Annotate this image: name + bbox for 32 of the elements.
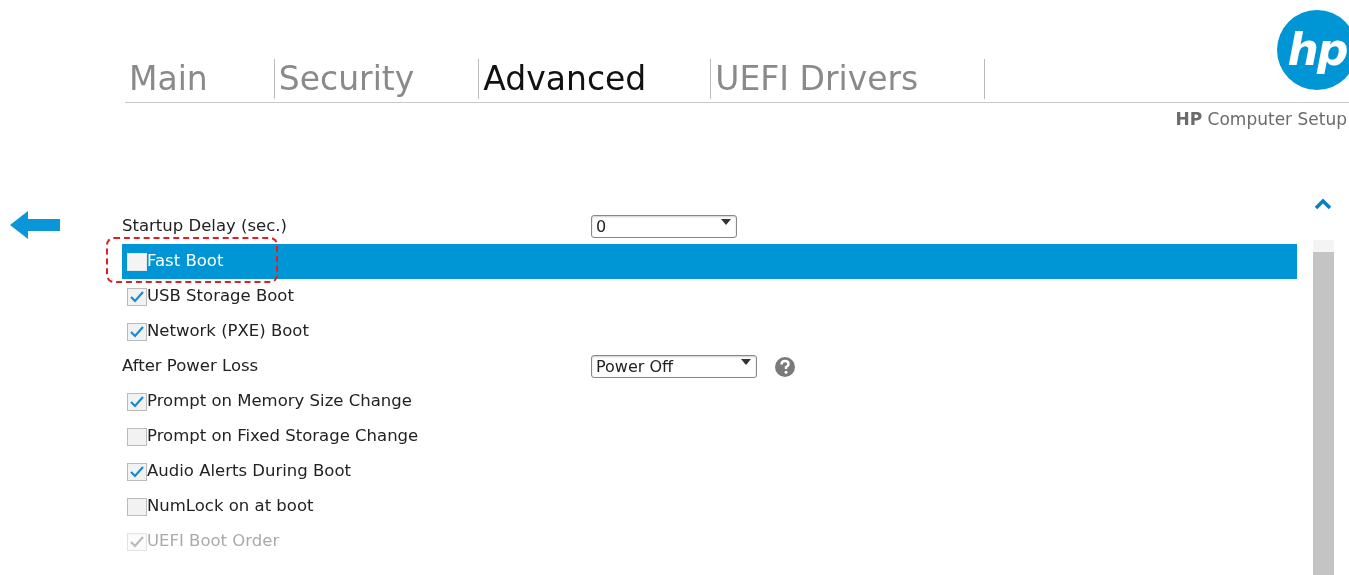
caret-icon[interactable] — [721, 219, 731, 225]
tab[interactable]: Security — [274, 62, 423, 95]
scroll-up-icon[interactable] — [1314, 198, 1332, 210]
setting-label: Startup Delay (sec.) — [122, 215, 288, 238]
checkbox-label: Prompt on Fixed Storage Change — [147, 425, 419, 448]
checkbox-label: Network (PXE) Boot — [147, 320, 309, 343]
checkbox[interactable] — [127, 497, 147, 516]
app-subtitle: HP Computer Setup — [1175, 109, 1347, 129]
checkbox-label: Fast Boot — [147, 250, 224, 273]
selected-row[interactable]: Fast Boot — [122, 244, 1297, 279]
setting-label: After Power Loss — [122, 355, 260, 378]
dropdown[interactable]: Power Off — [591, 355, 757, 378]
checkbox[interactable] — [127, 462, 147, 481]
scrollbar-track[interactable] — [1313, 240, 1334, 252]
tab[interactable]: Main — [125, 62, 216, 95]
help-icon[interactable] — [774, 355, 796, 378]
tab[interactable]: UEFI Drivers — [711, 62, 927, 95]
checkbox[interactable] — [127, 287, 147, 306]
checkbox-label: Audio Alerts During Boot — [147, 460, 351, 483]
checkbox-label: Prompt on Memory Size Change — [147, 390, 412, 413]
checkbox-label: USB Storage Boot — [147, 285, 294, 308]
dropdown[interactable]: 0 — [591, 215, 737, 238]
back-arrow-icon[interactable] — [10, 211, 60, 239]
tab[interactable]: Advanced — [479, 62, 655, 95]
checkbox[interactable] — [127, 322, 147, 341]
checkbox[interactable] — [127, 427, 147, 446]
caret-icon[interactable] — [741, 359, 751, 365]
checkbox-label: NumLock on at boot — [147, 495, 314, 518]
hp-logo: hp — [1277, 10, 1349, 90]
checkbox-label: UEFI Boot Order — [147, 530, 280, 553]
scrollbar-thumb[interactable] — [1313, 252, 1334, 575]
checkbox[interactable] — [127, 392, 147, 411]
